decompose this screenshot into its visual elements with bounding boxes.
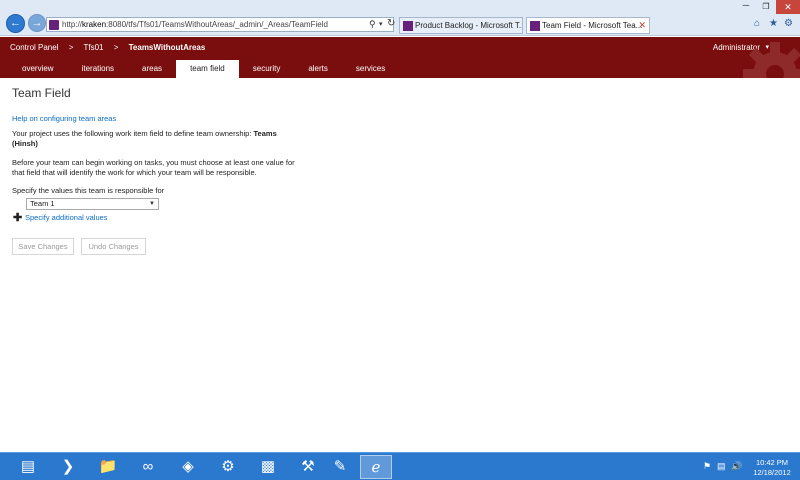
help-link[interactable]: Help on configuring team areas bbox=[12, 114, 116, 123]
breadcrumb: Control Panel > Tfs01 > TeamsWithoutArea… bbox=[10, 43, 213, 52]
server-manager-icon[interactable]: ▤ bbox=[12, 455, 44, 479]
powershell-icon[interactable]: ❯ bbox=[52, 455, 84, 479]
internet-explorer-icon[interactable]: ℯ bbox=[360, 455, 392, 479]
volume-icon[interactable]: 🔊 bbox=[731, 461, 742, 472]
save-button[interactable]: Save Changes bbox=[12, 238, 74, 255]
visual-studio-icon bbox=[49, 20, 59, 30]
breadcrumb-control-panel[interactable]: Control Panel bbox=[10, 43, 58, 52]
chevron-down-icon[interactable]: ▼ bbox=[149, 199, 155, 209]
tab-label: Product Backlog - Microsoft T... bbox=[415, 21, 523, 30]
undo-button[interactable]: Undo Changes bbox=[81, 238, 146, 255]
tab-overview[interactable]: overview bbox=[8, 60, 68, 78]
tab-team-field[interactable]: team field bbox=[176, 60, 239, 78]
tools-icon[interactable]: ⚒ bbox=[292, 455, 324, 479]
clock-date[interactable]: 12/18/2012 bbox=[752, 468, 792, 477]
breadcrumb-separator: > bbox=[113, 43, 119, 52]
admin-tools-icon[interactable]: ⚙ bbox=[212, 455, 244, 479]
instruction-text: Before your team can begin working on ta… bbox=[12, 158, 295, 177]
tab-alerts[interactable]: alerts bbox=[294, 60, 342, 78]
breadcrumb-project[interactable]: TeamsWithoutAreas bbox=[129, 43, 206, 52]
specify-label: Specify the values this team is responsi… bbox=[12, 186, 165, 195]
team-value-select[interactable]: Team 1 ▼ bbox=[26, 198, 159, 210]
tab-security[interactable]: security bbox=[239, 60, 295, 78]
refresh-icon[interactable]: ↻ bbox=[387, 18, 395, 29]
tfs-header: Control Panel > Tfs01 > TeamsWithoutArea… bbox=[0, 37, 800, 78]
window-close-button[interactable]: ✕ bbox=[776, 0, 800, 14]
tab-iterations[interactable]: iterations bbox=[68, 60, 128, 78]
favorites-star-icon[interactable]: ★ bbox=[769, 18, 778, 29]
breadcrumb-collection[interactable]: Tfs01 bbox=[83, 43, 103, 52]
tab-services[interactable]: services bbox=[342, 60, 399, 78]
network-icon[interactable]: ◈ bbox=[172, 455, 204, 479]
forward-button[interactable]: → bbox=[28, 14, 46, 32]
server-icon[interactable]: ▩ bbox=[252, 455, 284, 479]
url-text: http://kraken:8080/tfs/Tfs01/TeamsWithou… bbox=[62, 20, 328, 29]
browser-tab-team-field[interactable]: Team Field - Microsoft Tea... ✕ bbox=[526, 17, 650, 34]
admin-tabs: overview iterations areas team field sec… bbox=[8, 60, 399, 78]
browser-tab-product-backlog[interactable]: Product Backlog - Microsoft T... bbox=[399, 17, 523, 34]
breadcrumb-separator: > bbox=[68, 43, 74, 52]
selected-value: Team 1 bbox=[30, 199, 55, 208]
home-icon[interactable]: ⌂ bbox=[754, 18, 760, 29]
clock-time[interactable]: 10:42 PM bbox=[752, 458, 792, 467]
ownership-prefix: Your project uses the following work ite… bbox=[12, 129, 254, 138]
tab-label: Team Field - Microsoft Tea... bbox=[542, 21, 643, 30]
tab-areas[interactable]: areas bbox=[128, 60, 176, 78]
chevron-down-icon[interactable]: ▾ bbox=[379, 20, 383, 28]
taskbar: ▤ ❯ 📁 ∞ ◈ ⚙ ▩ ⚒ ✎ ℯ ⚑ ▤ 🔊 10:42 PM 12/18… bbox=[0, 452, 800, 480]
visual-studio-icon bbox=[403, 21, 413, 31]
minimize-button[interactable]: ─ bbox=[736, 0, 756, 14]
gear-icon[interactable]: ⚙ bbox=[784, 18, 793, 29]
visual-studio-icon bbox=[530, 21, 540, 31]
file-explorer-icon[interactable]: 📁 bbox=[92, 455, 124, 479]
page-title: Team Field bbox=[12, 86, 71, 100]
pencil-icon[interactable]: ✎ bbox=[324, 455, 356, 479]
browser-chrome: ← → http://kraken:8080/tfs/Tfs01/TeamsWi… bbox=[0, 0, 800, 36]
add-values-link[interactable]: Specify additional values bbox=[25, 213, 108, 222]
action-center-flag-icon[interactable]: ⚑ bbox=[703, 461, 711, 472]
back-button[interactable]: ← bbox=[6, 14, 25, 33]
address-bar[interactable]: http://kraken:8080/tfs/Tfs01/TeamsWithou… bbox=[46, 17, 395, 32]
gear-icon bbox=[743, 42, 800, 78]
main-content: Team Field Help on configuring team area… bbox=[12, 86, 332, 255]
search-icon[interactable]: ⚲ bbox=[369, 19, 376, 30]
plus-icon[interactable]: ✚ bbox=[13, 213, 22, 224]
visual-studio-icon[interactable]: ∞ bbox=[132, 455, 164, 479]
restore-button[interactable]: ❐ bbox=[756, 0, 776, 14]
ownership-description: Your project uses the following work ite… bbox=[12, 129, 302, 149]
close-icon[interactable]: ✕ bbox=[638, 18, 646, 33]
network-tray-icon[interactable]: ▤ bbox=[717, 461, 726, 472]
